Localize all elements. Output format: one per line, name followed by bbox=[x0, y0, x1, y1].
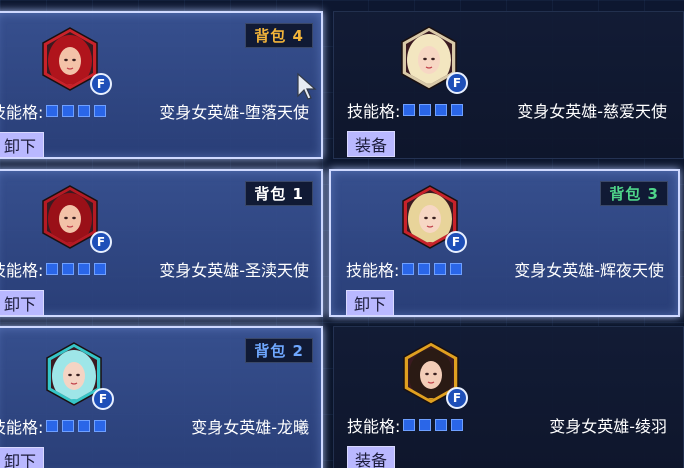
hero-card-kaguya-angel[interactable]: 背包 3 F 技能格: 变身女英雄-辉夜天使 卸下 bbox=[329, 169, 680, 317]
hero-name: 变身女英雄-绫羽 bbox=[549, 417, 667, 436]
hero-face bbox=[420, 361, 442, 389]
f-rank-icon: F bbox=[90, 73, 112, 95]
equip-button[interactable]: 装备 bbox=[347, 131, 396, 157]
skill-slot[interactable] bbox=[403, 419, 416, 431]
hero-face bbox=[63, 362, 85, 390]
hero-card-loving-angel[interactable]: F 技能格: 变身女英雄-慈爱天使 装备 bbox=[333, 11, 684, 159]
hero-name: 变身女英雄-堕落天使 bbox=[159, 103, 309, 122]
hero-name: 变身女英雄-慈爱天使 bbox=[517, 102, 667, 121]
skill-slot[interactable] bbox=[62, 420, 75, 432]
skill-label: 技能格: bbox=[0, 418, 44, 437]
skill-label: 技能格: bbox=[0, 103, 44, 122]
hero-card-fallen-angel[interactable]: 背包 4 F 技能格: 变身女英雄-堕落天使 卸下 bbox=[0, 11, 323, 159]
skill-slot[interactable] bbox=[435, 419, 448, 431]
skill-slot[interactable] bbox=[78, 420, 91, 432]
hero-face bbox=[59, 47, 81, 75]
skill-slot[interactable] bbox=[418, 263, 431, 275]
f-rank-icon: F bbox=[445, 231, 467, 253]
hero-card-ling-yu[interactable]: F 技能格: 变身女英雄-绫羽 装备 bbox=[333, 326, 684, 468]
f-rank-icon: F bbox=[446, 72, 468, 94]
bag-badge: 背包 1 bbox=[245, 181, 313, 206]
unequip-button[interactable]: 卸下 bbox=[0, 290, 45, 316]
skill-slot[interactable] bbox=[94, 105, 107, 117]
skill-slot[interactable] bbox=[62, 263, 75, 275]
hero-face bbox=[418, 46, 440, 74]
skill-slot[interactable] bbox=[78, 263, 91, 275]
skill-slot[interactable] bbox=[434, 263, 447, 275]
bag-badge: 背包 2 bbox=[245, 338, 313, 363]
hero-card-long-xi[interactable]: 背包 2 F 技能格: 变身女英雄-龙曦 卸下 bbox=[0, 326, 323, 468]
skill-slots-row: 技能格: bbox=[346, 257, 463, 281]
skill-slots-row: 技能格: bbox=[0, 99, 107, 123]
skill-slot[interactable] bbox=[419, 104, 432, 116]
skill-slots-row: 技能格: bbox=[347, 413, 464, 437]
mouse-cursor-icon bbox=[297, 72, 317, 100]
hero-name: 变身女英雄-辉夜天使 bbox=[514, 261, 664, 280]
skill-label: 技能格: bbox=[0, 261, 44, 280]
skill-label: 技能格: bbox=[347, 417, 401, 436]
hero-name: 变身女英雄-龙曦 bbox=[191, 418, 309, 437]
hero-face bbox=[59, 205, 81, 233]
f-rank-icon: F bbox=[92, 388, 114, 410]
unequip-button[interactable]: 卸下 bbox=[346, 290, 395, 316]
skill-slot[interactable] bbox=[46, 263, 59, 275]
bag-badge: 背包 4 bbox=[245, 23, 313, 48]
unequip-button[interactable]: 卸下 bbox=[0, 132, 45, 158]
skill-slot[interactable] bbox=[451, 419, 464, 431]
skill-slot[interactable] bbox=[46, 105, 59, 117]
skill-slot[interactable] bbox=[94, 420, 107, 432]
skill-slot[interactable] bbox=[46, 420, 59, 432]
equip-button[interactable]: 装备 bbox=[347, 446, 396, 468]
skill-slot[interactable] bbox=[419, 419, 432, 431]
f-rank-icon: F bbox=[446, 387, 468, 409]
skill-label: 技能格: bbox=[346, 261, 400, 280]
skill-slot[interactable] bbox=[451, 104, 464, 116]
hero-name: 变身女英雄-圣渎天使 bbox=[159, 261, 309, 280]
skill-slots-row: 技能格: bbox=[347, 98, 464, 122]
skill-slot[interactable] bbox=[62, 105, 75, 117]
skill-slot[interactable] bbox=[94, 263, 107, 275]
skill-slot[interactable] bbox=[78, 105, 91, 117]
skill-slot[interactable] bbox=[402, 263, 415, 275]
hero-card-sacrilege-angel[interactable]: 背包 1 F 技能格: 变身女英雄-圣渎天使 卸下 bbox=[0, 169, 323, 317]
skill-slots-row: 技能格: bbox=[0, 414, 107, 438]
unequip-button[interactable]: 卸下 bbox=[0, 447, 45, 468]
skill-slots-row: 技能格: bbox=[0, 257, 107, 281]
skill-slot[interactable] bbox=[450, 263, 463, 275]
bag-badge: 背包 3 bbox=[600, 181, 668, 206]
skill-slot[interactable] bbox=[435, 104, 448, 116]
skill-label: 技能格: bbox=[347, 102, 401, 121]
f-rank-icon: F bbox=[90, 231, 112, 253]
skill-slot[interactable] bbox=[403, 104, 416, 116]
hero-face bbox=[419, 205, 441, 233]
